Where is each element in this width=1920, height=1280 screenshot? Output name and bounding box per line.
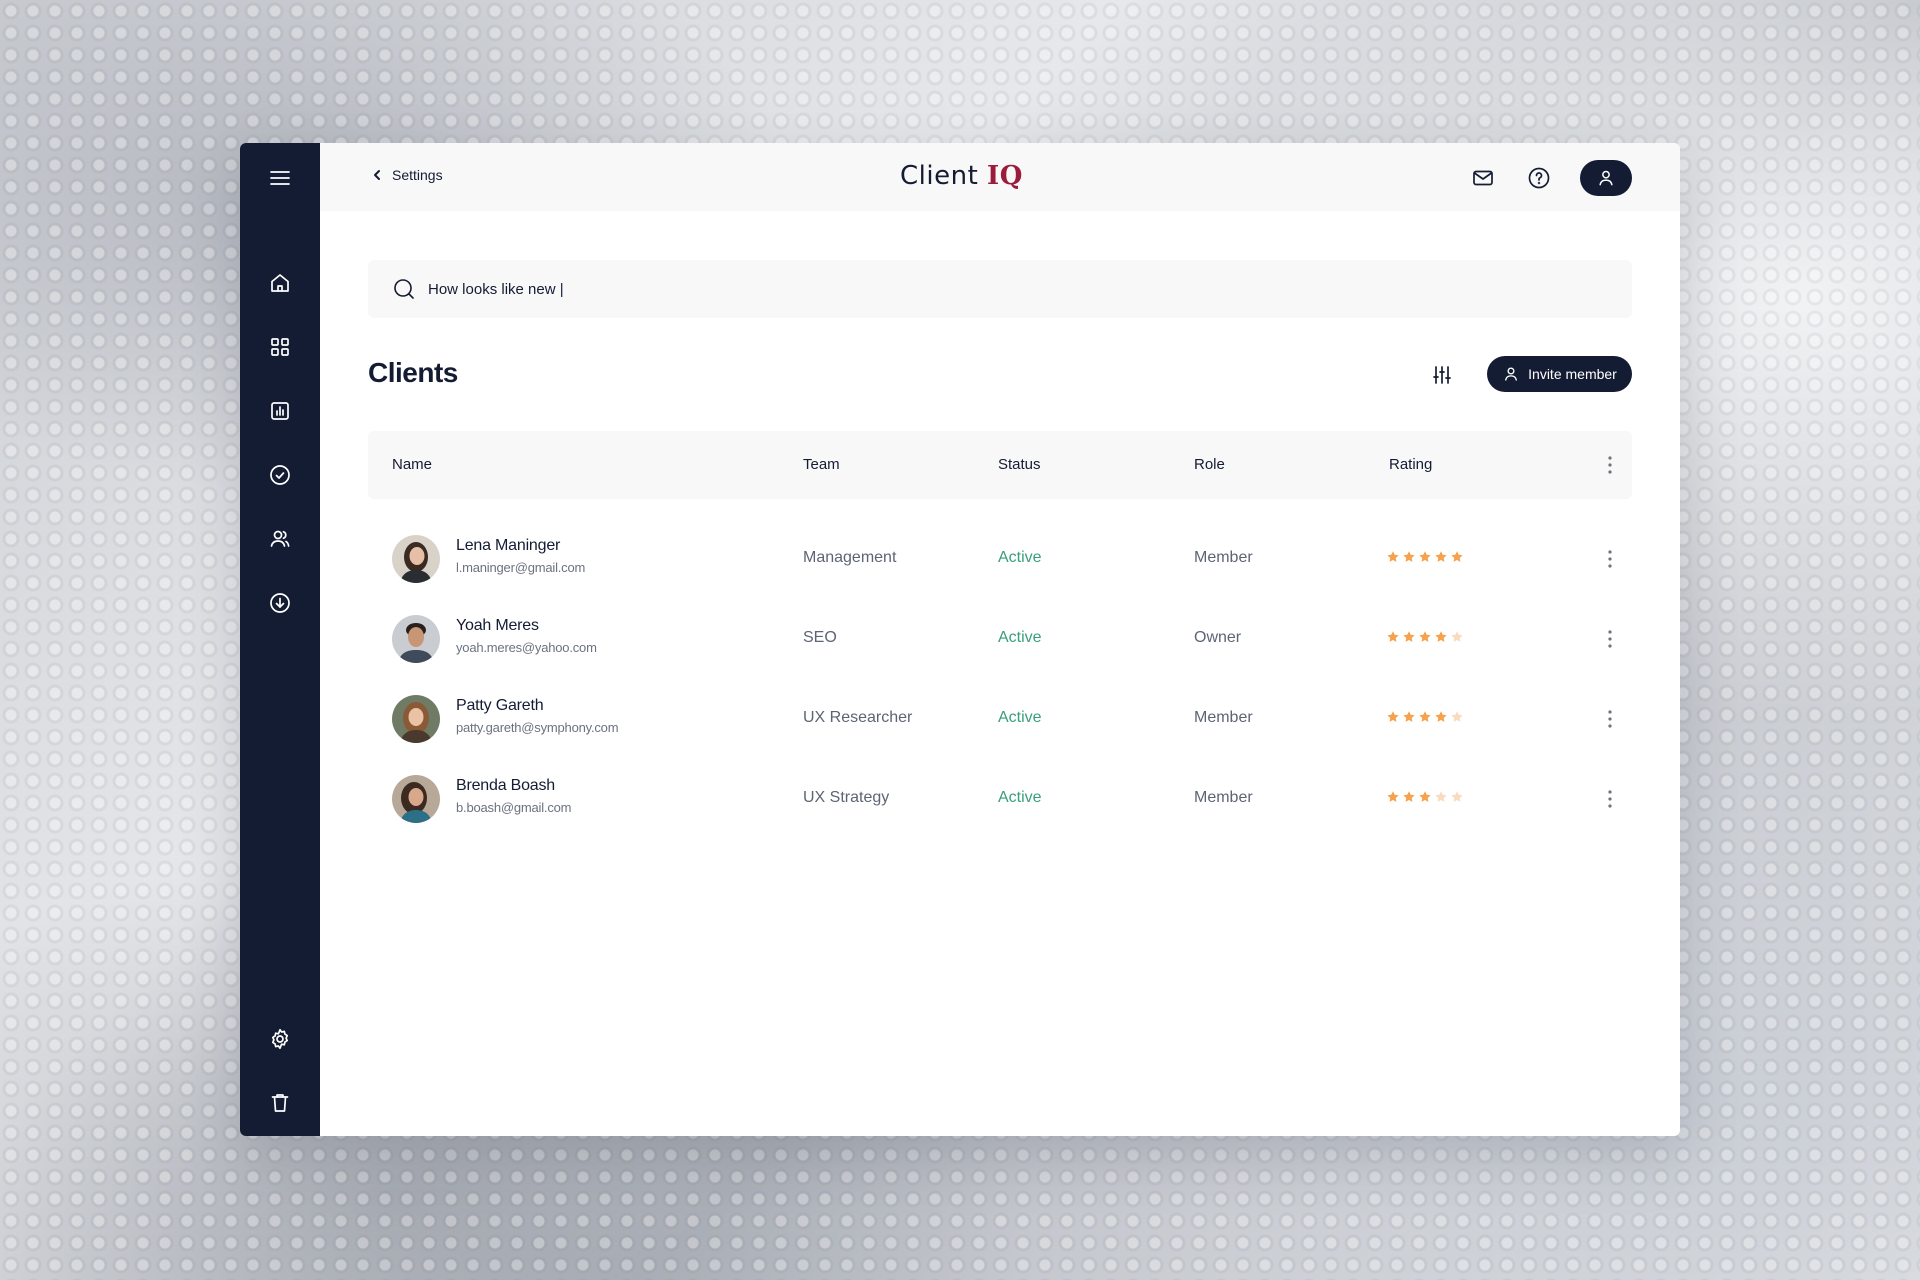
rating-stars bbox=[1386, 550, 1464, 564]
star-filled-icon bbox=[1402, 790, 1416, 804]
user-icon bbox=[1505, 367, 1518, 381]
client-role: Member bbox=[1194, 709, 1253, 726]
home-icon[interactable] bbox=[260, 263, 300, 303]
search-icon bbox=[394, 279, 414, 299]
rating-stars bbox=[1386, 790, 1464, 804]
star-filled-icon bbox=[1418, 710, 1432, 724]
row-options-icon[interactable] bbox=[1598, 627, 1622, 651]
star-filled-icon bbox=[1434, 710, 1448, 724]
avatar bbox=[392, 535, 440, 583]
table-row[interactable]: Yoah Meres yoah.meres@yahoo.com SEO Acti… bbox=[368, 599, 1632, 679]
client-role: Member bbox=[1194, 789, 1253, 806]
download-circle-icon[interactable] bbox=[260, 583, 300, 623]
column-options-icon[interactable] bbox=[1598, 453, 1622, 477]
client-name: Lena Maninger bbox=[456, 537, 561, 554]
check-circle-icon[interactable] bbox=[260, 455, 300, 495]
star-filled-icon bbox=[1434, 550, 1448, 564]
client-team: UX Researcher bbox=[803, 709, 913, 726]
back-to-settings-link[interactable]: Settings bbox=[370, 167, 443, 183]
row-options-icon[interactable] bbox=[1598, 787, 1622, 811]
column-header-rating[interactable]: Rating bbox=[1389, 456, 1432, 473]
column-header-role[interactable]: Role bbox=[1194, 456, 1225, 473]
status-badge: Active bbox=[998, 629, 1042, 646]
star-filled-icon bbox=[1386, 630, 1400, 644]
invite-member-label: Invite member bbox=[1528, 366, 1617, 382]
chevron-left-icon bbox=[374, 170, 380, 180]
star-filled-icon bbox=[1386, 790, 1400, 804]
client-name: Yoah Meres bbox=[456, 617, 539, 634]
table-row[interactable]: Brenda Boash b.boash@gmail.com UX Strate… bbox=[368, 759, 1632, 839]
top-bar: Settings Client IQ bbox=[320, 143, 1680, 211]
star-filled-icon bbox=[1386, 550, 1400, 564]
star-filled-icon bbox=[1418, 550, 1432, 564]
profile-icon bbox=[1599, 170, 1613, 186]
star-filled-icon bbox=[1386, 710, 1400, 724]
client-team: Management bbox=[803, 549, 897, 566]
star-filled-icon bbox=[1418, 790, 1432, 804]
app-window: Settings Client IQ Clients bbox=[240, 143, 1680, 1136]
client-email: yoah.meres@yahoo.com bbox=[456, 640, 597, 655]
dashboard-grid-icon[interactable] bbox=[260, 327, 300, 367]
search-input[interactable] bbox=[428, 280, 1328, 298]
star-empty-icon bbox=[1450, 710, 1464, 724]
star-filled-icon bbox=[1418, 630, 1432, 644]
table-row[interactable]: Patty Gareth patty.gareth@symphony.com U… bbox=[368, 679, 1632, 759]
client-role: Member bbox=[1194, 549, 1253, 566]
client-name: Patty Gareth bbox=[456, 697, 544, 714]
profile-button[interactable] bbox=[1580, 160, 1632, 196]
logo-accent: IQ bbox=[987, 161, 1023, 191]
star-filled-icon bbox=[1402, 550, 1416, 564]
row-options-icon[interactable] bbox=[1598, 707, 1622, 731]
menu-icon[interactable] bbox=[260, 158, 300, 198]
star-empty-icon bbox=[1434, 790, 1448, 804]
status-badge: Active bbox=[998, 549, 1042, 566]
star-empty-icon bbox=[1450, 630, 1464, 644]
mail-icon[interactable] bbox=[1466, 161, 1500, 195]
back-label: Settings bbox=[392, 167, 443, 183]
column-header-team[interactable]: Team bbox=[803, 456, 840, 473]
table-row[interactable]: Lena Maninger l.maninger@gmail.com Manag… bbox=[368, 519, 1632, 599]
status-badge: Active bbox=[998, 789, 1042, 806]
avatar bbox=[392, 615, 440, 663]
bar-chart-icon[interactable] bbox=[260, 391, 300, 431]
filter-button[interactable] bbox=[1426, 359, 1458, 391]
star-filled-icon bbox=[1450, 550, 1464, 564]
page-title: Clients bbox=[368, 357, 458, 388]
trash-icon[interactable] bbox=[260, 1083, 300, 1123]
client-team: SEO bbox=[803, 629, 837, 646]
column-header-name[interactable]: Name bbox=[392, 456, 432, 473]
client-team: UX Strategy bbox=[803, 789, 890, 806]
table-header: Name Team Status Role Rating bbox=[368, 431, 1632, 499]
rating-stars bbox=[1386, 710, 1464, 724]
search-bar bbox=[368, 260, 1632, 318]
column-header-status[interactable]: Status bbox=[998, 456, 1041, 473]
star-empty-icon bbox=[1450, 790, 1464, 804]
client-role: Owner bbox=[1194, 629, 1242, 646]
users-icon[interactable] bbox=[260, 519, 300, 559]
star-filled-icon bbox=[1402, 710, 1416, 724]
star-filled-icon bbox=[1434, 630, 1448, 644]
client-name: Brenda Boash bbox=[456, 777, 556, 794]
sliders-icon bbox=[1433, 366, 1451, 384]
star-filled-icon bbox=[1402, 630, 1416, 644]
client-email: l.maninger@gmail.com bbox=[456, 560, 586, 575]
avatar bbox=[392, 695, 440, 743]
sidebar bbox=[240, 143, 320, 1136]
help-icon[interactable] bbox=[1522, 161, 1556, 195]
invite-member-button[interactable]: Invite member bbox=[1487, 356, 1632, 392]
client-email: patty.gareth@symphony.com bbox=[456, 720, 619, 735]
main-content: Settings Client IQ Clients bbox=[320, 143, 1680, 1136]
logo-text: Client bbox=[900, 161, 979, 191]
client-email: b.boash@gmail.com bbox=[456, 800, 572, 815]
app-logo: Client IQ bbox=[900, 161, 1023, 191]
status-badge: Active bbox=[998, 709, 1042, 726]
avatar bbox=[392, 775, 440, 823]
gear-icon[interactable] bbox=[260, 1019, 300, 1059]
row-options-icon[interactable] bbox=[1598, 547, 1622, 571]
rating-stars bbox=[1386, 630, 1464, 644]
